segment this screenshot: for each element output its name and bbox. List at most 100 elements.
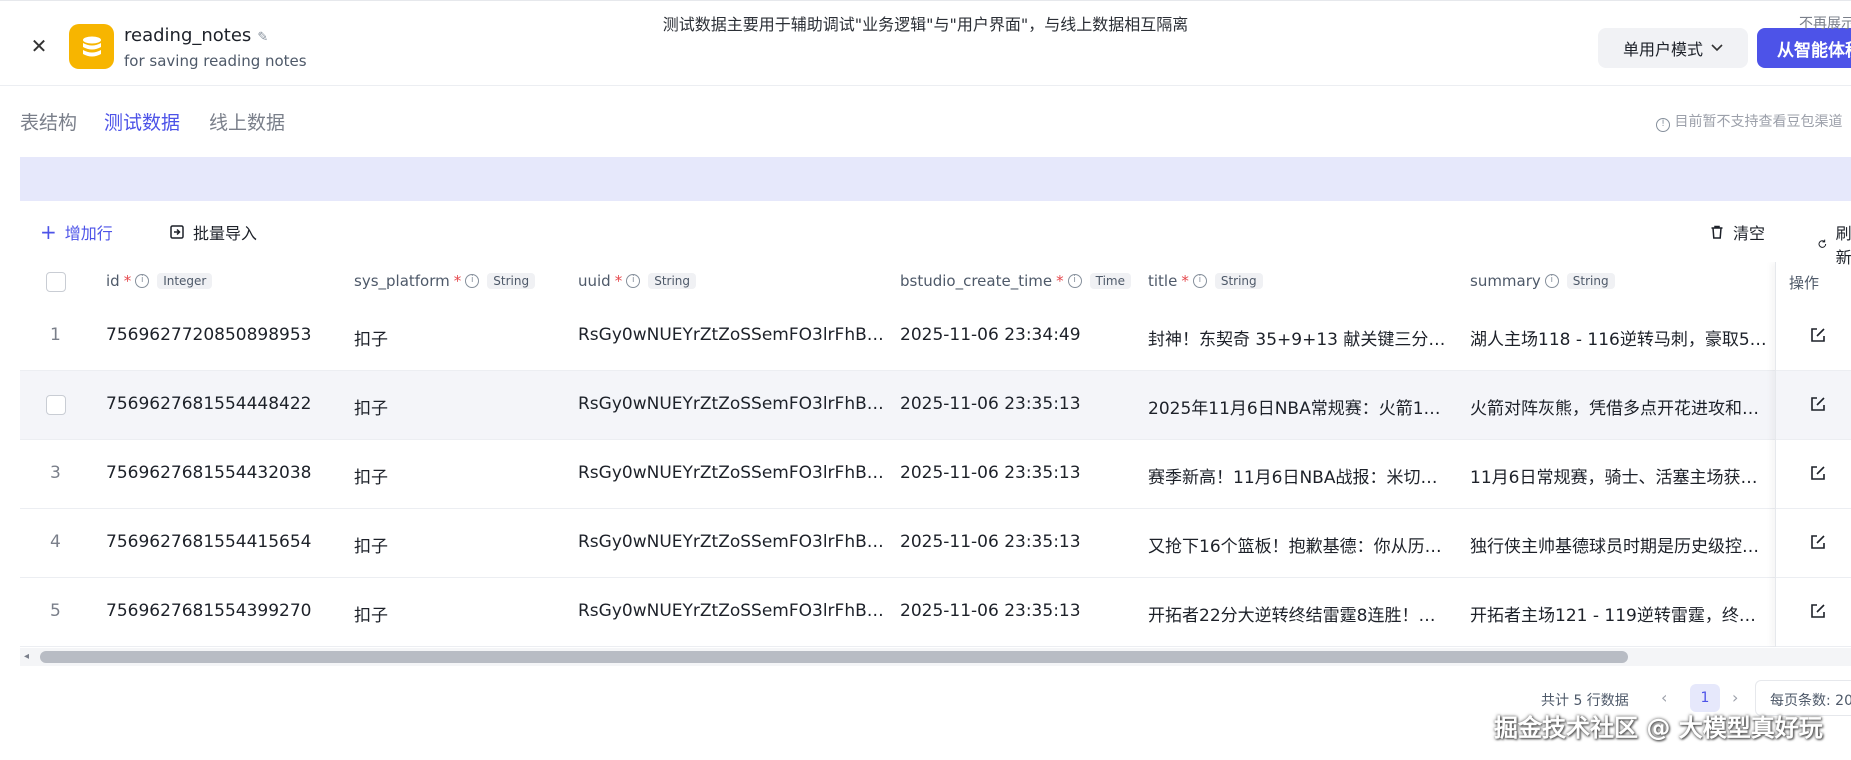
cell-create-time[interactable]: 2025-11-06 23:34:49 [900, 325, 1130, 345]
cell-sys-platform[interactable]: 扣子 [354, 325, 554, 350]
cell-uuid[interactable]: RsGy0wNUEYrZtZoSSemFO3lrFhB… [578, 601, 888, 621]
type-tag: String [1214, 273, 1263, 289]
plus-icon: + [40, 220, 57, 244]
column-name: bstudio_create_time [900, 272, 1053, 290]
clear-button[interactable]: 清空 [1709, 220, 1765, 244]
prev-page-icon[interactable]: ‹ [1661, 688, 1667, 707]
cell-title[interactable]: 2025年11月6日NBA常规赛：火箭12… [1148, 394, 1448, 419]
type-tag: String [1566, 273, 1615, 289]
cell-summary[interactable]: 11月6日常规赛，骑士、活塞主场获… [1470, 463, 1770, 488]
cell-summary[interactable]: 湖人主场118 - 116逆转马刺，豪取5… [1470, 325, 1770, 350]
required-mark: * [1056, 272, 1064, 290]
column-name: sys_platform [354, 272, 450, 290]
column-header-title: title * i String [1148, 272, 1263, 290]
column-name: id [106, 272, 120, 290]
import-icon [170, 225, 184, 239]
cell-create-time[interactable]: 2025-11-06 23:35:13 [900, 601, 1130, 621]
column-name: uuid [578, 272, 611, 290]
edit-icon[interactable] [1809, 395, 1827, 413]
cell-title[interactable]: 赛季新高！11月6日NBA战报：米切… [1148, 463, 1448, 488]
info-icon[interactable]: i [1067, 274, 1082, 288]
info-icon[interactable]: i [626, 274, 641, 288]
row-index: 3 [50, 463, 61, 483]
total-count: 共计 5 行数据 [1541, 693, 1629, 709]
row-index: 1 [50, 325, 61, 345]
cell-id[interactable]: 7569627681554399270 [106, 601, 336, 621]
column-header-id: id * i Integer [106, 272, 213, 290]
info-note-text: 目前暂不支持查看豆包渠道 [1674, 114, 1843, 130]
type-tag: Time [1089, 273, 1131, 289]
edit-icon[interactable] [1809, 533, 1827, 551]
add-row-label: 增加行 [64, 224, 113, 243]
tab-test-data[interactable]: 测试数据 [104, 108, 180, 135]
table-row[interactable]: 4 7569627681554415654 扣子 RsGy0wNUEYrZtZo… [20, 509, 1851, 578]
select-all-checkbox[interactable] [46, 272, 66, 292]
cell-uuid[interactable]: RsGy0wNUEYrZtZoSSemFO3lrFhB… [578, 394, 888, 414]
chevron-down-icon [1711, 44, 1723, 52]
table-row[interactable]: 3 7569627681554432038 扣子 RsGy0wNUEYrZtZo… [20, 440, 1851, 509]
horizontal-scrollbar[interactable]: ◂ [20, 648, 1851, 666]
cell-title[interactable]: 又抢下16个篮板！抱歉基德：你从历… [1148, 532, 1448, 557]
info-icon: ! [1656, 118, 1670, 132]
cell-sys-platform[interactable]: 扣子 [354, 463, 554, 488]
add-row-button[interactable]: + 增加行 [40, 220, 113, 244]
data-table: id * i Integer sys_platform * i String uui… [20, 262, 1851, 647]
edit-icon[interactable] [1809, 326, 1827, 344]
cell-id[interactable]: 7569627681554415654 [106, 532, 336, 552]
column-header-uuid: uuid * i String [578, 272, 697, 290]
clear-label: 清空 [1733, 224, 1766, 243]
required-mark: * [123, 272, 132, 290]
edit-icon[interactable] [1809, 464, 1827, 482]
info-banner [20, 157, 1851, 201]
cell-create-time[interactable]: 2025-11-06 23:35:13 [900, 463, 1130, 483]
cell-uuid[interactable]: RsGy0wNUEYrZtZoSSemFO3lrFhB… [578, 532, 888, 552]
table-header: id * i Integer sys_platform * i String uui… [20, 262, 1851, 302]
next-page-icon[interactable]: › [1732, 688, 1738, 707]
tab-online-data[interactable]: 线上数据 [209, 108, 285, 135]
bulk-import-button[interactable]: 批量导入 [169, 220, 257, 244]
scrollbar-thumb[interactable] [40, 651, 1628, 663]
cell-create-time[interactable]: 2025-11-06 23:35:13 [900, 532, 1130, 552]
cell-uuid[interactable]: RsGy0wNUEYrZtZoSSemFO3lrFhB… [578, 325, 888, 345]
cell-sys-platform[interactable]: 扣子 [354, 394, 554, 419]
cell-uuid[interactable]: RsGy0wNUEYrZtZoSSemFO3lrFhB… [578, 463, 888, 483]
table-row[interactable]: 5 7569627681554399270 扣子 RsGy0wNUEYrZtZo… [20, 578, 1851, 647]
cell-summary[interactable]: 开拓者主场121 - 119逆转雷霆，终结… [1470, 601, 1770, 626]
mode-label: 单用户模式 [1622, 40, 1703, 59]
refresh-button[interactable]: 刷新 [1817, 220, 1851, 268]
cell-summary[interactable]: 火箭对阵灰熊，凭借多点开花进攻和… [1470, 394, 1770, 419]
edit-icon[interactable] [1809, 602, 1827, 620]
row-checkbox[interactable] [46, 395, 66, 415]
close-icon[interactable]: ✕ [28, 35, 50, 57]
required-mark: * [1181, 272, 1189, 290]
column-name: summary [1470, 272, 1541, 290]
scroll-left-icon[interactable]: ◂ [24, 651, 29, 662]
row-index: 5 [50, 601, 61, 621]
cell-id[interactable]: 7569627681554432038 [106, 463, 336, 483]
required-mark: * [614, 272, 623, 290]
table-row[interactable]: 1 7569627720850898953 扣子 RsGy0wNUEYrZtZo… [20, 302, 1851, 371]
type-tag: Integer [157, 273, 213, 289]
banner-dismiss-link[interactable]: 不再展示 [1799, 13, 1851, 33]
cell-title[interactable]: 封神！东契奇 35+9+13 献关键三分… [1148, 325, 1448, 350]
info-icon[interactable]: i [1192, 274, 1207, 288]
info-icon[interactable]: i [1544, 274, 1559, 288]
tab-schema[interactable]: 表结构 [20, 108, 77, 135]
cell-sys-platform[interactable]: 扣子 [354, 532, 554, 557]
cell-id[interactable]: 7569627720850898953 [106, 325, 336, 345]
info-icon[interactable]: i [135, 274, 150, 288]
trash-icon [1711, 225, 1723, 239]
type-tag: String [648, 273, 697, 289]
table-row[interactable]: 7569627681554448422 扣子 RsGy0wNUEYrZtZoSS… [20, 371, 1851, 440]
ops-column [1775, 262, 1851, 647]
info-icon[interactable]: i [465, 274, 480, 288]
cell-title[interactable]: 开拓者22分大逆转终结雷霆8连胜！… [1148, 601, 1448, 626]
cell-summary[interactable]: 独行侠主帅基德球员时期是历史级控… [1470, 532, 1770, 557]
cell-id[interactable]: 7569627681554448422 [106, 394, 336, 414]
database-description: for saving reading notes [124, 52, 307, 70]
cell-create-time[interactable]: 2025-11-06 23:35:13 [900, 394, 1130, 414]
column-header-create-time: bstudio_create_time * i Time [900, 272, 1131, 290]
cell-sys-platform[interactable]: 扣子 [354, 601, 554, 626]
type-tag: String [487, 273, 536, 289]
column-name: title [1148, 272, 1178, 290]
